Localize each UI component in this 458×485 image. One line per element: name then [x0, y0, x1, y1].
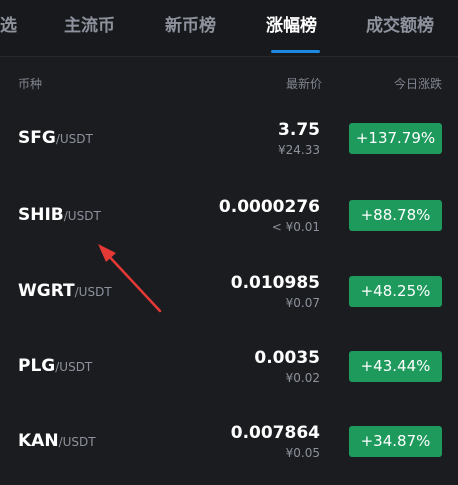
cny-price: ¥24.33: [278, 143, 320, 157]
market-tabs: 选 主流币 新币榜 涨幅榜 成交额榜: [0, 0, 458, 57]
last-price: 0.0035: [254, 348, 320, 368]
base-currency: KAN: [18, 431, 59, 451]
tab-partial[interactable]: 选: [0, 11, 17, 36]
last-price: 0.0000276: [218, 197, 320, 217]
column-header-change[interactable]: 今日涨跌: [394, 75, 442, 92]
tab-new-coins[interactable]: 新币榜: [165, 11, 216, 36]
pair-symbol: WGRT/USDT: [18, 281, 112, 301]
last-price: 3.75: [278, 120, 320, 140]
cny-price: ¥0.05: [285, 446, 320, 460]
base-currency: SFG: [18, 128, 56, 148]
base-currency: PLG: [18, 356, 56, 376]
change-badge[interactable]: +48.25%: [349, 276, 442, 307]
change-badge[interactable]: +43.44%: [349, 351, 442, 382]
quote-currency: /USDT: [58, 435, 96, 449]
market-screen: 选 主流币 新币榜 涨幅榜 成交额榜 币种 最新价 今日涨跌 SFG/USDT …: [0, 0, 458, 485]
cny-price: ¥0.02: [285, 371, 320, 385]
tab-mainstream[interactable]: 主流币: [64, 11, 115, 36]
quote-currency: /USDT: [74, 285, 112, 299]
change-badge[interactable]: +137.79%: [349, 123, 442, 154]
market-row[interactable]: PLG/USDT 0.0035 ¥0.02 +43.44%: [0, 336, 458, 396]
pair-symbol: SHIB/USDT: [18, 205, 101, 225]
pair-symbol: PLG/USDT: [18, 356, 92, 376]
market-row[interactable]: SHIB/USDT 0.0000276 < ¥0.01 +88.78%: [0, 185, 458, 245]
tab-gainers[interactable]: 涨幅榜: [266, 11, 317, 36]
last-price: 0.007864: [230, 423, 320, 443]
base-currency: SHIB: [18, 205, 64, 225]
change-badge[interactable]: +88.78%: [349, 200, 442, 231]
market-row[interactable]: KAN/USDT 0.007864 ¥0.05 +34.87%: [0, 411, 458, 471]
base-currency: WGRT: [18, 281, 75, 301]
market-row[interactable]: WGRT/USDT 0.010985 ¥0.07 +48.25%: [0, 261, 458, 321]
pair-symbol: KAN/USDT: [18, 431, 96, 451]
quote-currency: /USDT: [63, 209, 101, 223]
quote-currency: /USDT: [55, 360, 93, 374]
change-badge[interactable]: +34.87%: [349, 426, 442, 457]
market-row[interactable]: SFG/USDT 3.75 ¥24.33 +137.79%: [0, 108, 458, 168]
quote-currency: /USDT: [55, 132, 93, 146]
cny-price: ¥0.07: [285, 296, 320, 310]
last-price: 0.010985: [230, 273, 320, 293]
column-header-coin[interactable]: 币种: [18, 75, 42, 92]
pair-symbol: SFG/USDT: [18, 128, 93, 148]
column-header-price[interactable]: 最新价: [286, 75, 322, 92]
active-tab-indicator: [271, 50, 320, 53]
cny-price: < ¥0.01: [271, 220, 320, 234]
tab-volume[interactable]: 成交额榜: [366, 11, 434, 36]
